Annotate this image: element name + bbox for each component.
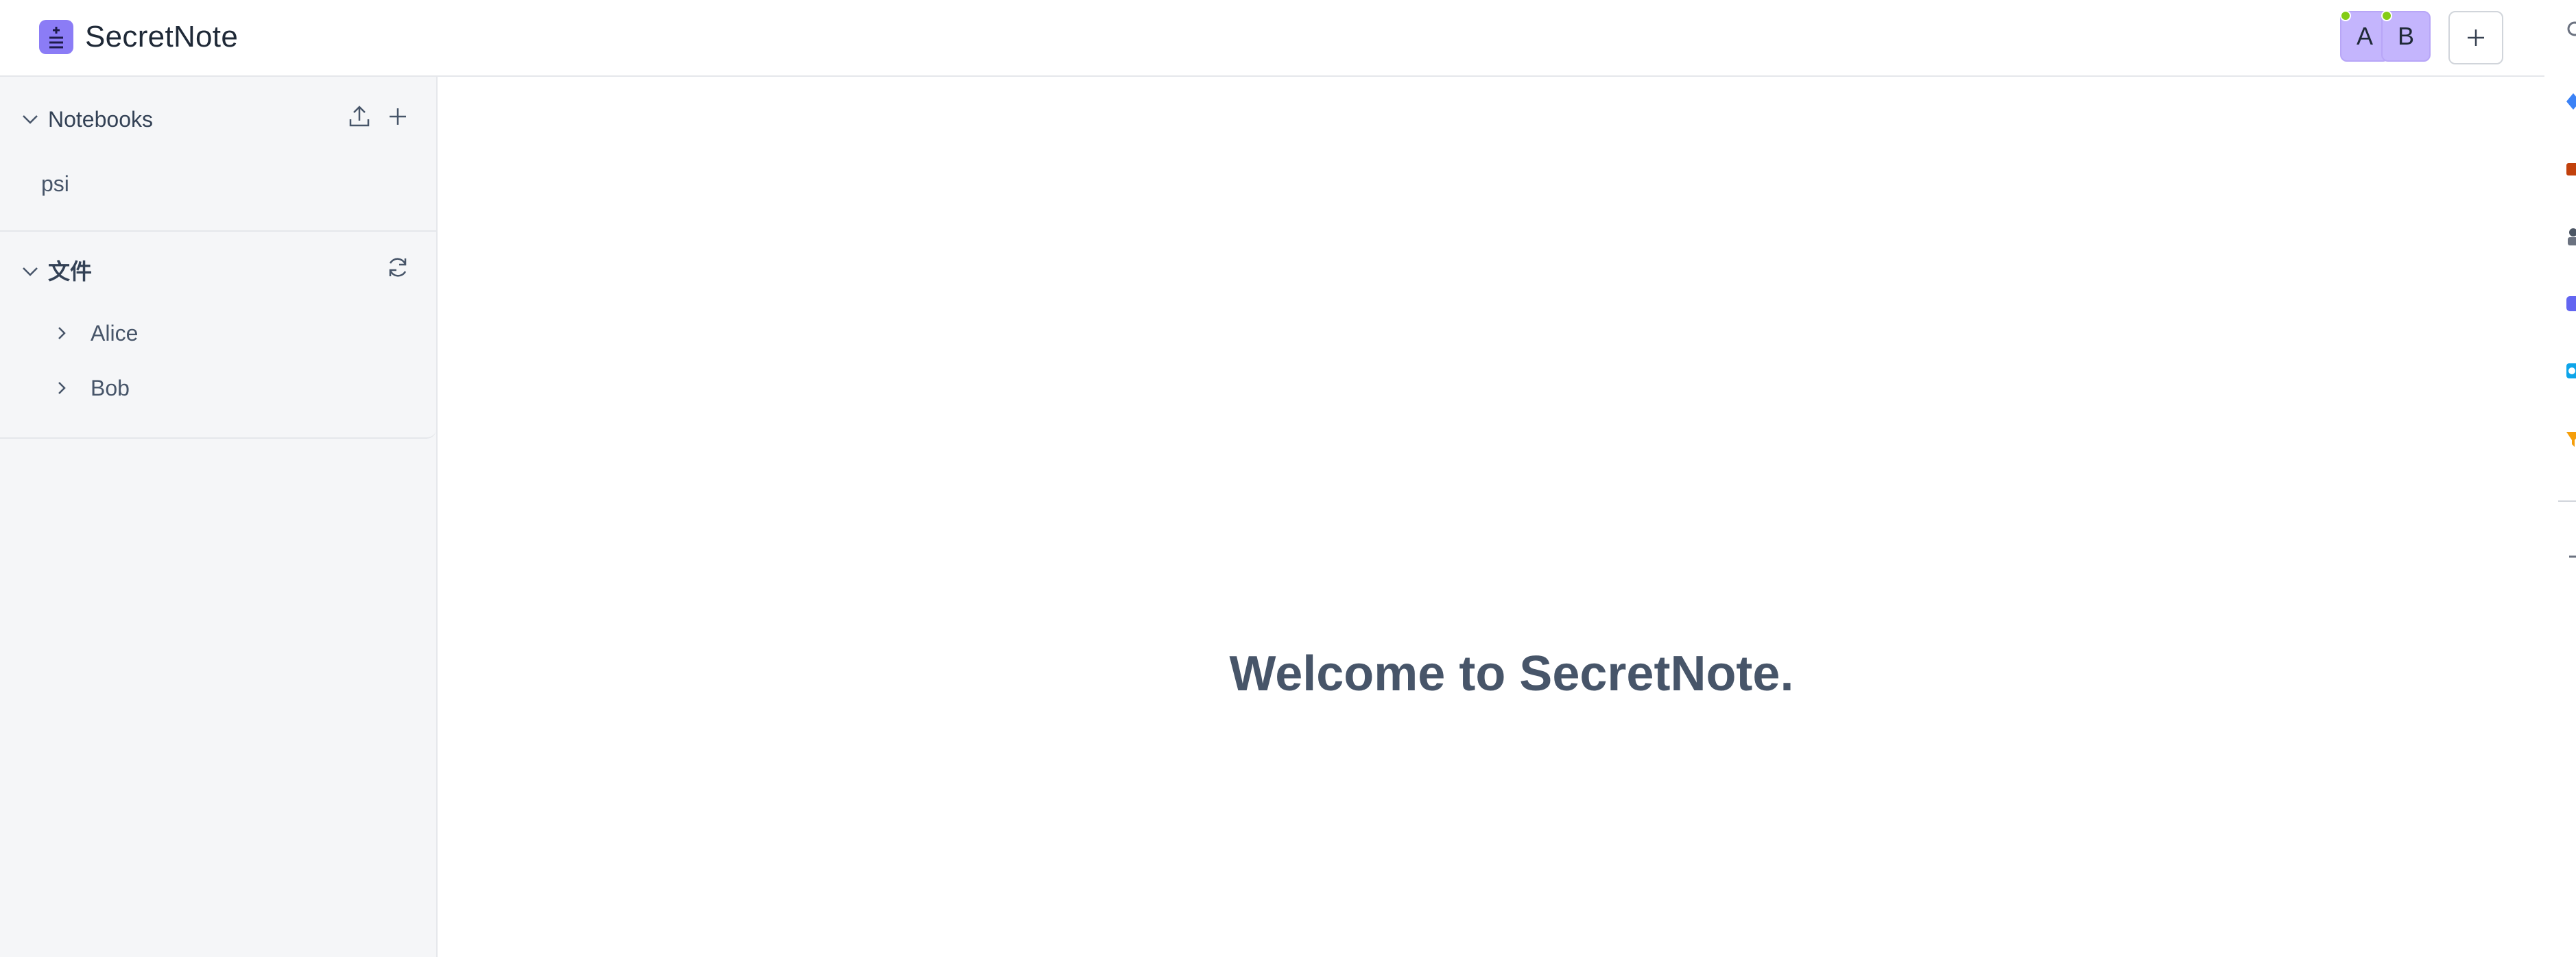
person-icon[interactable] xyxy=(2565,226,2576,247)
folder-label: Alice xyxy=(91,321,139,346)
funnel-icon[interactable] xyxy=(2565,429,2576,450)
sidebar: Notebooks psi 文件 Alice Bob xyxy=(0,77,438,957)
section-divider xyxy=(0,230,436,232)
chevron-down-icon[interactable] xyxy=(21,262,40,281)
notebook-item-psi[interactable]: psi xyxy=(41,170,69,197)
top-header: SecretNote A B xyxy=(0,0,2544,77)
welcome-message: Welcome to SecretNote. xyxy=(1229,646,1794,701)
app-window: SecretNote A B Notebooks psi 文件 Alice Bo… xyxy=(0,0,2576,957)
chevron-down-icon[interactable] xyxy=(21,110,40,129)
plus-icon xyxy=(2468,29,2484,46)
search-icon[interactable] xyxy=(2565,19,2576,40)
add-notebook-plus-icon[interactable] xyxy=(385,104,410,129)
main-content: Welcome to SecretNote. xyxy=(438,77,2544,957)
chevron-right-icon[interactable] xyxy=(53,380,70,396)
refresh-icon[interactable] xyxy=(385,255,410,280)
sidebar-panel: Notebooks psi 文件 Alice Bob xyxy=(0,77,436,439)
note-logo-icon xyxy=(39,20,73,54)
notebooks-section-title[interactable]: Notebooks xyxy=(48,106,153,133)
app-title: SecretNote xyxy=(85,20,239,53)
outlook-icon[interactable] xyxy=(2565,361,2576,381)
toolbar-divider xyxy=(2558,500,2576,502)
diamond-icon[interactable] xyxy=(2565,92,2576,112)
presence-dot-a xyxy=(2340,10,2351,21)
upload-icon[interactable] xyxy=(347,104,372,129)
files-section-title[interactable]: 文件 xyxy=(48,258,92,285)
box-icon[interactable] xyxy=(2565,159,2576,180)
presence-dot-b xyxy=(2381,10,2392,21)
folder-item-bob[interactable]: Bob xyxy=(49,370,406,406)
folder-item-alice[interactable]: Alice xyxy=(49,315,406,351)
right-toolbar xyxy=(2544,0,2576,957)
cube-icon[interactable] xyxy=(2565,293,2576,314)
add-user-button[interactable] xyxy=(2448,11,2503,64)
folder-label: Bob xyxy=(91,376,130,400)
chevron-right-icon[interactable] xyxy=(53,325,70,341)
plus-icon[interactable] xyxy=(2565,546,2576,566)
